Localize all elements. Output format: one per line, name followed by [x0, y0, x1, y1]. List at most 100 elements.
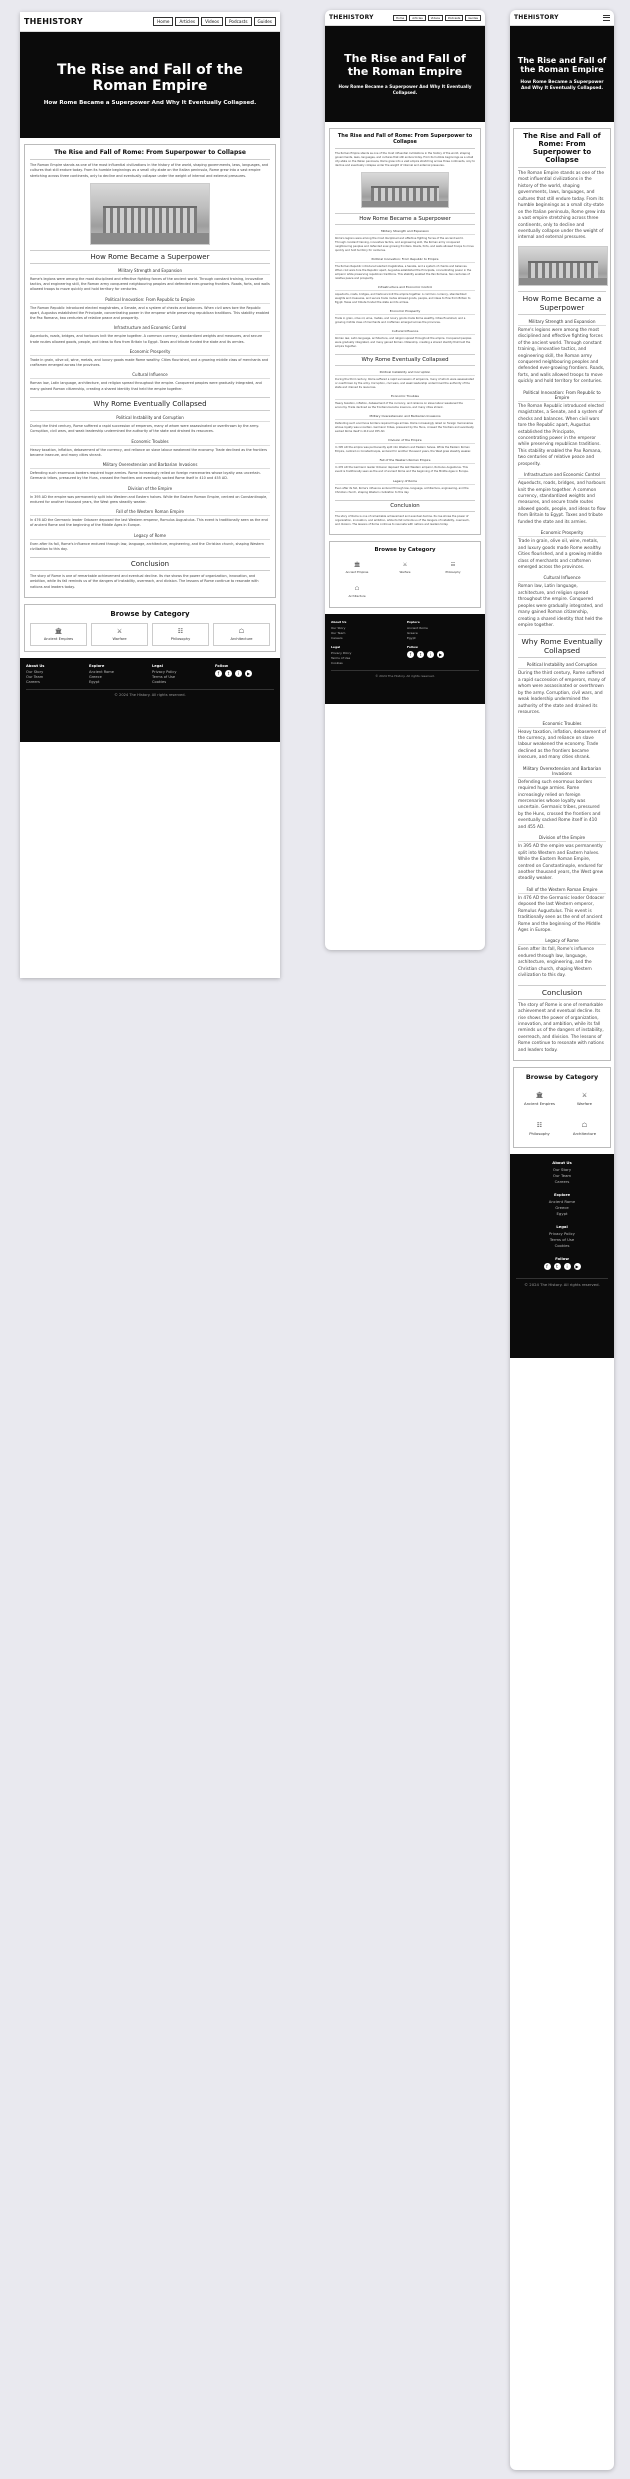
instagram-icon[interactable]: i: [235, 669, 242, 677]
colosseum-image: [361, 172, 449, 209]
youtube-icon[interactable]: ▶: [437, 650, 444, 658]
subsection-title: Economic Troubles: [30, 439, 270, 446]
youtube-icon[interactable]: ▶: [573, 1263, 581, 1271]
nav-articles[interactable]: Articles: [175, 17, 200, 26]
menu-icon[interactable]: [603, 14, 610, 21]
footer-about: About Us Our Story Our Team Careers: [516, 1160, 608, 1184]
footer-link[interactable]: Cookies: [152, 680, 211, 684]
footer-link[interactable]: Our Story: [331, 626, 403, 630]
nav-links: Home Articles Videos Podcasts Guides: [153, 17, 276, 26]
paragraph: Heavy taxation, inflation, debasement of…: [518, 729, 606, 761]
footer-link[interactable]: Cookies: [331, 661, 403, 665]
category-philosophy[interactable]: ☷ Philosophy: [519, 1116, 560, 1142]
paragraph: Roman law, Latin language, architecture,…: [335, 337, 472, 349]
browse-by-category: Browse by Category 🏛 Ancient Empires ⚔ War…: [24, 603, 276, 652]
nav-guides[interactable]: Guides: [253, 17, 276, 26]
twitter-icon[interactable]: t: [225, 669, 232, 677]
footer-link[interactable]: Egypt: [516, 1211, 608, 1216]
subsection-title: Economic Prosperity: [30, 349, 270, 356]
footer-link[interactable]: Ancient Rome: [407, 626, 479, 630]
category-philosophy[interactable]: ☷ Philosophy: [152, 622, 209, 646]
footer-link[interactable]: Our Story: [516, 1167, 608, 1172]
footer-link[interactable]: Careers: [26, 680, 85, 684]
footer-link[interactable]: Careers: [516, 1179, 608, 1184]
scroll-icon: ☷: [450, 561, 456, 568]
subsection-title: Economic Prosperity: [518, 530, 606, 538]
category-ancient-empires[interactable]: 🏛 Ancient Empires: [30, 622, 87, 646]
nav-links: Home Articles Videos Podcasts Guides: [392, 14, 481, 21]
section-title: Why Rome Eventually Collapsed: [335, 354, 475, 367]
nav-home[interactable]: Home: [153, 17, 174, 26]
hero-subtitle: How Rome Became a Superpower And Why It …: [520, 80, 604, 92]
footer-link[interactable]: Cookies: [516, 1243, 608, 1248]
footer-link[interactable]: Terms of Use: [516, 1237, 608, 1242]
footer-link[interactable]: Ancient Rome: [89, 670, 148, 674]
section-title: Why Rome Eventually Collapsed: [518, 634, 606, 659]
category-architecture[interactable]: ☖ Architecture: [213, 622, 270, 646]
nav-guides[interactable]: Guides: [465, 14, 481, 21]
category-ancient-empires[interactable]: 🏛 Ancient Empires: [519, 1086, 560, 1112]
footer-link[interactable]: Privacy Policy: [152, 670, 211, 674]
nav-podcasts[interactable]: Podcasts: [225, 17, 252, 26]
footer-link[interactable]: Ancient Rome: [516, 1199, 608, 1204]
footer-link[interactable]: Privacy Policy: [331, 651, 403, 655]
footer-link[interactable]: Our Team: [516, 1173, 608, 1178]
hero-title: The Rise and Fall of the Roman Empire: [344, 51, 466, 78]
category-warfare[interactable]: ⚔ Warfare: [383, 558, 427, 578]
facebook-icon[interactable]: f: [215, 669, 222, 677]
twitter-icon[interactable]: t: [417, 650, 424, 658]
footer-link[interactable]: Greece: [516, 1205, 608, 1210]
subsection-title: Military Overextension and Barbarian Inv…: [335, 414, 475, 421]
category-ancient-empires[interactable]: 🏛 Ancient Empires: [335, 558, 379, 578]
footer-link[interactable]: Our Story: [26, 670, 85, 674]
mobile-view: THEHISTORY The Rise and Fall of the Roma…: [510, 10, 614, 2470]
nav-articles[interactable]: Articles: [409, 14, 426, 21]
youtube-icon[interactable]: ▶: [245, 669, 252, 677]
footer-link[interactable]: Our Team: [331, 631, 403, 635]
subsection-title: Cultural Influence: [30, 372, 270, 380]
copyright: © 2024 The History. All rights reserved.: [331, 669, 479, 678]
site-logo[interactable]: THEHISTORY: [24, 17, 83, 26]
copyright: © 2024 The History. All rights reserved.: [26, 688, 274, 697]
paragraph: Heavy taxation, inflation, debasement of…: [30, 447, 268, 457]
twitter-icon[interactable]: t: [553, 1263, 561, 1271]
article-intro: The Roman Empire stands as one of the mo…: [518, 171, 606, 241]
facebook-icon[interactable]: f: [543, 1263, 551, 1271]
category-warfare[interactable]: ⚔ Warfare: [91, 622, 148, 646]
footer-link[interactable]: Greece: [89, 675, 148, 679]
temple-icon: 🏛: [535, 1092, 544, 1100]
nav-home[interactable]: Home: [392, 14, 408, 21]
colosseum-image: [518, 245, 608, 286]
site-logo[interactable]: THEHISTORY: [329, 14, 374, 21]
nav-podcasts[interactable]: Podcasts: [444, 14, 464, 21]
footer-link[interactable]: Egypt: [407, 636, 479, 640]
footer-link[interactable]: Our Team: [26, 675, 85, 679]
footer-link[interactable]: Terms of Use: [331, 656, 403, 660]
paragraph: Defending such enormous borders required…: [518, 779, 601, 830]
subsection-title: Political Innovation: From Republic to E…: [335, 257, 475, 264]
facebook-icon[interactable]: f: [407, 650, 414, 658]
footer-link[interactable]: Privacy Policy: [516, 1231, 608, 1236]
paragraph: During the third century, Rome suffered …: [30, 423, 259, 434]
site-logo[interactable]: THEHISTORY: [514, 14, 559, 21]
footer-link[interactable]: Terms of Use: [152, 675, 211, 679]
nav-videos[interactable]: Videos: [427, 14, 443, 21]
copyright: © 2024 The History. All rights reserved.: [516, 1278, 608, 1287]
category-warfare[interactable]: ⚔ Warfare: [564, 1086, 605, 1112]
footer-link[interactable]: Egypt: [89, 680, 148, 684]
instagram-icon[interactable]: i: [427, 650, 434, 658]
paragraph: Rome's legions were among the most disci…: [335, 237, 474, 253]
category-architecture[interactable]: ☖ Architecture: [335, 582, 379, 602]
subsection-title: Economic Prosperity: [335, 309, 475, 316]
footer-link[interactable]: Careers: [331, 636, 403, 640]
site-footer: About Us Our Story Our Team Careers Expl…: [510, 1154, 614, 1359]
footer-link[interactable]: Greece: [407, 631, 479, 635]
subsection-title: Fall of the Western Roman Empire: [518, 887, 606, 894]
site-footer: About Us Our Story Our Team Careers Expl…: [325, 613, 485, 704]
category-architecture[interactable]: ☖ Architecture: [564, 1116, 605, 1142]
instagram-icon[interactable]: i: [563, 1263, 571, 1271]
column-icon: ☖: [581, 1122, 588, 1130]
category-philosophy[interactable]: ☷ Philosophy: [431, 558, 475, 578]
nav-videos[interactable]: Videos: [201, 17, 224, 26]
hero-subtitle: How Rome Became a Superpower And Why It …: [338, 84, 472, 95]
